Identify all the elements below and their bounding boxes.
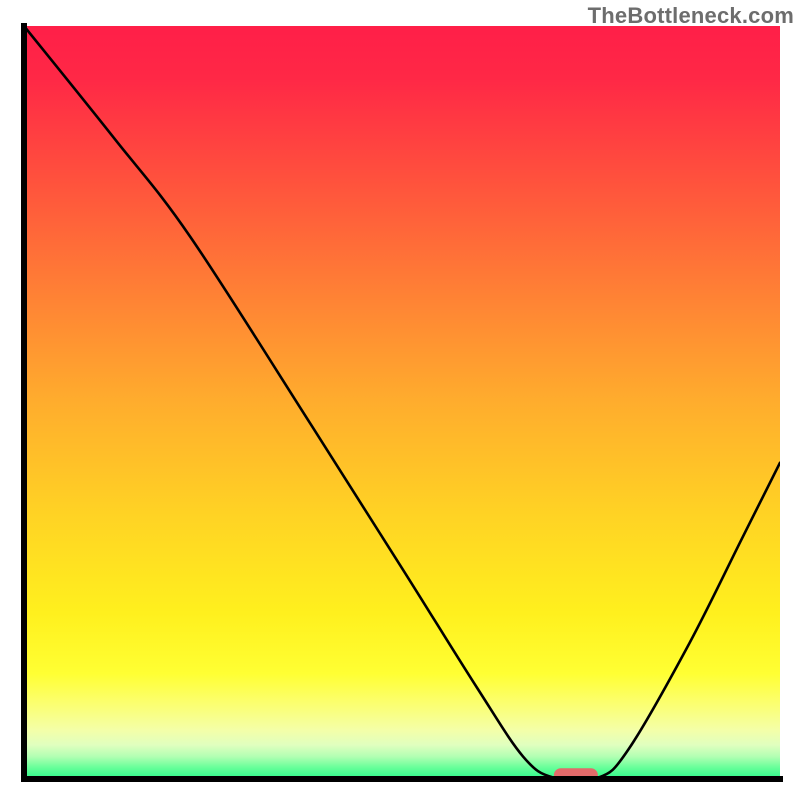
bottleneck-chart [0,0,800,800]
watermark-text: TheBottleneck.com [588,3,794,29]
plot-background [24,26,780,779]
chart-container: TheBottleneck.com [0,0,800,800]
